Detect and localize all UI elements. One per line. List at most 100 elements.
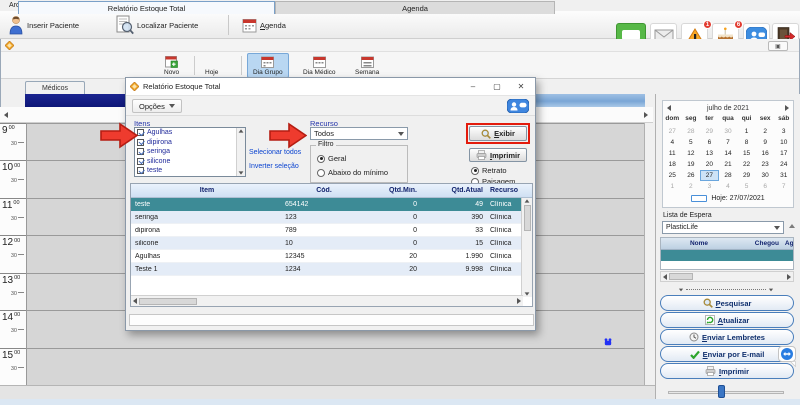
- send-reminders-button[interactable]: Enviar Lembretes: [660, 329, 794, 345]
- scroll-left-icon[interactable]: [663, 274, 667, 280]
- calendar-day[interactable]: 28: [719, 170, 738, 181]
- column-header[interactable]: Item: [131, 187, 283, 194]
- calendar-day[interactable]: 30: [719, 126, 738, 137]
- scroll-right-icon[interactable]: [644, 112, 648, 118]
- day-doctor-view-button[interactable]: Dia Médico: [297, 53, 342, 78]
- calendar-day[interactable]: 12: [682, 148, 701, 159]
- calendar-day[interactable]: 25: [663, 170, 682, 181]
- filter-general-radio[interactable]: Geral: [317, 154, 346, 163]
- calendar-day[interactable]: 29: [737, 170, 756, 181]
- locate-patient-button[interactable]: Localizar Paciente: [112, 12, 202, 38]
- calendar-day[interactable]: 31: [774, 170, 793, 181]
- panel-splitter[interactable]: [678, 286, 774, 293]
- calendar-day[interactable]: 16: [756, 148, 775, 159]
- today-button[interactable]: Hoje: [199, 53, 224, 78]
- filter-below-min-radio[interactable]: Abaixo do mínimo: [317, 168, 388, 177]
- calendar-day[interactable]: 3: [774, 126, 793, 137]
- scroll-down-icon[interactable]: [239, 171, 244, 174]
- calendar-day[interactable]: 9: [756, 137, 775, 148]
- tab-medicos[interactable]: Médicos: [25, 81, 85, 94]
- stock-item-option[interactable]: silicone: [135, 157, 245, 167]
- table-row[interactable]: Teste 11234209.998Clínica: [131, 263, 532, 276]
- waitlist-hscrollbar[interactable]: [660, 271, 794, 282]
- calendar-day[interactable]: 11: [663, 148, 682, 159]
- calendar-day[interactable]: 8: [737, 137, 756, 148]
- new-appointment-button[interactable]: Novo: [158, 53, 185, 78]
- collapse-panel-button[interactable]: ▣: [768, 41, 788, 51]
- calendar-day[interactable]: 21: [719, 159, 738, 170]
- calendar-day[interactable]: 30: [756, 170, 775, 181]
- refresh-button[interactable]: Atualizar: [660, 312, 794, 328]
- listbox-scrollbar[interactable]: [236, 128, 245, 176]
- calendar-day[interactable]: 4: [663, 137, 682, 148]
- waitlist-selected-row[interactable]: [661, 250, 793, 261]
- waitlist-table[interactable]: NomeChegouAgend: [660, 237, 794, 270]
- search-button[interactable]: Pesquisar: [660, 295, 794, 311]
- tab-agenda[interactable]: Agenda: [275, 1, 555, 14]
- stock-item-option[interactable]: Agulhas: [135, 128, 245, 138]
- remote-support-icon[interactable]: [778, 346, 797, 368]
- calendar-day[interactable]: 1: [737, 126, 756, 137]
- calendar-day[interactable]: 4: [719, 181, 738, 192]
- calendar-day[interactable]: 6: [756, 181, 775, 192]
- contacts-pill-icon[interactable]: [507, 99, 529, 113]
- calendar-day[interactable]: 3: [700, 181, 719, 192]
- table-row[interactable]: dipirona789033Clínica: [131, 224, 532, 237]
- calendar-day[interactable]: 2: [682, 181, 701, 192]
- table-hscrollbar[interactable]: [131, 295, 523, 306]
- calendar-day[interactable]: 7: [719, 137, 738, 148]
- insert-patient-button[interactable]: Inserir Paciente: [4, 12, 83, 38]
- portrait-radio[interactable]: Retrato: [471, 166, 507, 175]
- day-group-view-button[interactable]: Dia Grupo: [247, 53, 289, 78]
- scroll-thumb[interactable]: [669, 273, 693, 279]
- calendar-day[interactable]: 24: [774, 159, 793, 170]
- tab-relatorio-estoque-total[interactable]: Relatório Estoque Total: [18, 1, 275, 14]
- scroll-left-icon[interactable]: [4, 112, 8, 118]
- column-header[interactable]: Qtd.Atual: [423, 187, 487, 194]
- calendar-day[interactable]: 2: [756, 126, 775, 137]
- calendar-day[interactable]: 22: [737, 159, 756, 170]
- table-vscrollbar[interactable]: [521, 198, 532, 297]
- scroll-up-icon[interactable]: [525, 199, 530, 202]
- table-row[interactable]: seringa1230390Clínica: [131, 211, 532, 224]
- week-view-button[interactable]: Semana: [349, 53, 385, 78]
- calendar-day[interactable]: 5: [682, 137, 701, 148]
- scroll-thumb[interactable]: [139, 298, 197, 305]
- calendar-day[interactable]: 6: [700, 137, 719, 148]
- calendar-day[interactable]: 18: [663, 159, 682, 170]
- calendar-day[interactable]: 28: [682, 126, 701, 137]
- calendar-day[interactable]: 23: [756, 159, 775, 170]
- calendar-day[interactable]: 19: [682, 159, 701, 170]
- dialog-titlebar[interactable]: Relatório Estoque Total – ▢ ✕: [126, 78, 535, 96]
- column-header[interactable]: Cód.: [283, 187, 365, 194]
- calendar-day[interactable]: 15: [737, 148, 756, 159]
- agenda-button[interactable]: Agenda: [238, 12, 290, 38]
- select-all-link[interactable]: Selecionar todos: [249, 149, 301, 156]
- scroll-thumb[interactable]: [524, 205, 531, 231]
- stock-table[interactable]: ItemCód.Qtd.Min.Qtd.AtualRecurso teste65…: [130, 183, 533, 307]
- resource-select[interactable]: Todos: [310, 127, 408, 140]
- stock-item-option[interactable]: seringa: [135, 147, 245, 157]
- print-button[interactable]: Imprimir: [660, 363, 794, 379]
- stock-item-option[interactable]: teste: [135, 166, 245, 176]
- invert-selection-link[interactable]: Inverter seleção: [249, 163, 299, 170]
- column-header[interactable]: Recurso: [487, 187, 523, 194]
- calendar-day[interactable]: 5: [737, 181, 756, 192]
- scroll-right-icon[interactable]: [787, 274, 791, 280]
- calendar-day[interactable]: 7: [774, 181, 793, 192]
- panel-scroll-up-icon[interactable]: [789, 224, 795, 228]
- scroll-right-icon[interactable]: [517, 298, 521, 304]
- calendar-next-icon[interactable]: [785, 105, 789, 111]
- send-email-button[interactable]: Enviar por E-mail: [660, 346, 794, 362]
- scroll-up-icon[interactable]: [239, 129, 244, 132]
- table-row[interactable]: silicone10015Clínica: [131, 237, 532, 250]
- scroll-left-icon[interactable]: [133, 298, 137, 304]
- options-menu-button[interactable]: Opções: [132, 99, 182, 113]
- calendar-day[interactable]: 27: [700, 170, 719, 181]
- calendar-prev-icon[interactable]: [667, 105, 671, 111]
- calendar-day[interactable]: 27: [663, 126, 682, 137]
- close-button[interactable]: ✕: [511, 80, 531, 93]
- clinic-select[interactable]: PlasticLife: [662, 221, 784, 234]
- column-header[interactable]: Qtd.Min.: [365, 187, 423, 194]
- print-report-button[interactable]: Imprimir: [469, 148, 527, 162]
